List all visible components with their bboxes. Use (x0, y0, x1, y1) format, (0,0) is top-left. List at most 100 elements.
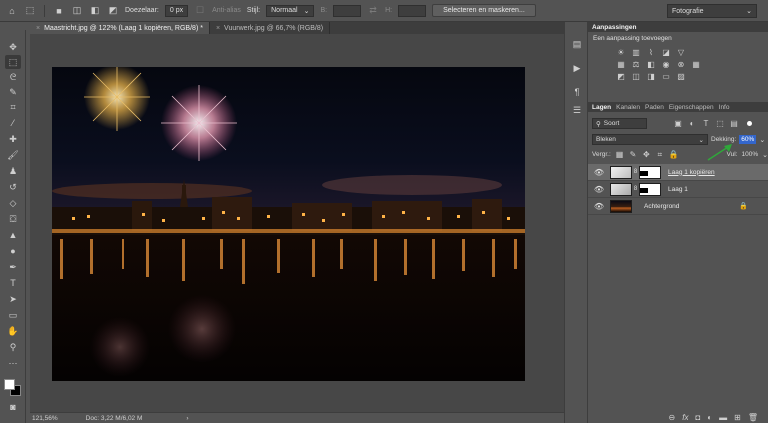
home-icon[interactable]: ⌂ (6, 5, 18, 17)
history-icon[interactable]: ▤ (571, 38, 583, 50)
healing-brush-icon[interactable]: ✚ (5, 132, 21, 146)
trash-icon[interactable]: 🗑 (748, 413, 758, 422)
path-select-icon[interactable]: ➤ (5, 292, 21, 306)
rectangle-tool-icon[interactable]: ▭ (5, 308, 21, 322)
zoom-level[interactable]: 121,56% (32, 415, 58, 422)
type-tool-icon[interactable]: T (5, 276, 21, 290)
exposure-icon[interactable]: ◪ (661, 48, 671, 57)
filter-kind-select[interactable]: ⚲ Soort (592, 118, 647, 129)
paint-bucket-icon[interactable]: ⛋ (5, 212, 21, 226)
tab-maastricht[interactable]: × Maastricht.jpg @ 122% (Laag 1 kopiëren… (30, 22, 210, 34)
crop-tool-icon[interactable]: ⌗ (5, 100, 21, 114)
filter-toggle-icon[interactable] (747, 121, 752, 126)
properties-icon[interactable]: ☰ (571, 104, 583, 116)
tab-info[interactable]: Info (719, 104, 730, 111)
chevron-down-icon[interactable]: ⌄ (759, 136, 765, 144)
color-balance-icon[interactable]: ⚖ (631, 60, 641, 69)
new-adjustment-icon[interactable]: ◐ (707, 413, 712, 422)
feather-input[interactable]: 0 px (164, 4, 189, 17)
brightness-icon[interactable]: ☀ (616, 48, 626, 57)
pen-tool-icon[interactable]: ✒ (5, 260, 21, 274)
eraser-icon[interactable]: ◇ (5, 196, 21, 210)
intersect-selection-icon[interactable]: ◩ (107, 5, 119, 17)
layer-laag-1[interactable]: 👁 8 Laag 1 (588, 181, 768, 198)
tab-layers[interactable]: Lagen (592, 104, 611, 111)
tab-properties[interactable]: Eigenschappen (669, 104, 714, 111)
new-group-icon[interactable]: ▬ (719, 413, 727, 422)
curves-icon[interactable]: ⌇ (646, 48, 656, 57)
black-white-icon[interactable]: ◧ (646, 60, 656, 69)
move-tool-icon[interactable]: ✥ (5, 40, 21, 54)
new-selection-icon[interactable]: ■ (53, 5, 65, 17)
link-icon[interactable]: 8 (633, 169, 638, 175)
new-layer-icon[interactable]: ⊞ (734, 413, 741, 422)
document-image[interactable] (52, 67, 525, 381)
more-tools-icon[interactable]: ⋯ (5, 356, 21, 370)
clone-stamp-icon[interactable]: ♟ (5, 164, 21, 178)
workspace-select[interactable]: Fotografie ⌄ (667, 4, 757, 18)
status-arrow[interactable]: › (186, 415, 188, 422)
photo-filter-icon[interactable]: ◉ (661, 60, 671, 69)
lock-pixels-icon[interactable]: ✎ (628, 150, 637, 159)
fill-input[interactable]: 100% (741, 151, 758, 158)
foreground-color-swatch[interactable] (4, 379, 15, 390)
quick-mask-icon[interactable]: ◙ (5, 400, 21, 414)
levels-icon[interactable]: ▥ (631, 48, 641, 57)
pixel-filter-icon[interactable]: ▣ (673, 119, 683, 128)
canvas-area[interactable] (30, 34, 564, 412)
chevron-down-icon[interactable]: ⌄ (762, 151, 768, 159)
invert-icon[interactable]: ◩ (616, 72, 626, 81)
layer-laag-1-kopieren[interactable]: 👁 8 Laag 1 kopiëren (588, 164, 768, 181)
layer-mask-thumbnail[interactable] (639, 182, 661, 196)
subtract-selection-icon[interactable]: ◧ (89, 5, 101, 17)
layer-achtergrond[interactable]: 👁 Achtergrond 🔒 (588, 198, 768, 215)
quick-select-icon[interactable]: ✎ (5, 85, 21, 99)
fx-icon[interactable]: fx (682, 413, 688, 422)
link-icon[interactable]: 8 (633, 186, 638, 192)
lock-all-icon[interactable]: 🔒 (669, 150, 679, 159)
style-select[interactable]: Normaal ⌄ (266, 4, 315, 17)
close-icon[interactable]: × (36, 25, 40, 32)
blend-mode-select[interactable]: Bleken ⌄ (592, 134, 708, 145)
artboard-icon[interactable]: ⌗ (655, 150, 664, 159)
add-mask-icon[interactable]: ◘ (695, 413, 700, 422)
select-mask-button[interactable]: Selecteren en maskeren... (432, 4, 536, 17)
play-icon[interactable]: ▶ (571, 62, 583, 74)
layer-mask-thumbnail[interactable] (639, 165, 661, 179)
tab-adjustments[interactable]: Aanpassingen (592, 24, 636, 31)
vibrance-icon[interactable]: ▽ (676, 48, 686, 57)
posterize-icon[interactable]: ◫ (631, 72, 641, 81)
tab-vuurwerk[interactable]: × Vuurwerk.jpg @ 66,7% (RGB/8) (210, 22, 331, 34)
eye-icon[interactable]: 👁 (592, 185, 606, 194)
hue-saturation-icon[interactable]: ▦ (616, 60, 626, 69)
eye-icon[interactable]: 👁 (592, 168, 606, 177)
channel-mixer-icon[interactable]: ⊗ (676, 60, 686, 69)
close-icon[interactable]: × (216, 25, 220, 32)
add-selection-icon[interactable]: ◫ (71, 5, 83, 17)
opacity-input[interactable]: 60% (739, 135, 757, 144)
zoom-tool-icon[interactable]: ⚲ (5, 340, 21, 354)
selective-color-icon[interactable]: ▨ (676, 72, 686, 81)
paragraph-icon[interactable]: ¶ (571, 86, 583, 98)
lock-transparency-icon[interactable]: ▦ (615, 150, 624, 159)
hand-tool-icon[interactable]: ✋ (5, 324, 21, 338)
threshold-icon[interactable]: ◨ (646, 72, 656, 81)
marquee-tool-icon[interactable]: ⬚ (24, 5, 36, 17)
lock-position-icon[interactable]: ✥ (642, 150, 651, 159)
eye-icon[interactable]: 👁 (592, 202, 606, 211)
smart-filter-icon[interactable]: ▤ (729, 119, 739, 128)
tab-paths[interactable]: Paden (645, 104, 664, 111)
adjustment-filter-icon[interactable]: ◐ (687, 119, 697, 128)
eyedropper-icon[interactable]: ⁄ (5, 116, 21, 130)
tab-channels[interactable]: Kanalen (616, 104, 640, 111)
width-input[interactable] (333, 4, 362, 17)
history-brush-icon[interactable]: ↺ (5, 180, 21, 194)
lasso-tool-icon[interactable]: ᘓ (5, 70, 21, 84)
gradient-map-icon[interactable]: ▭ (661, 72, 671, 81)
height-input[interactable] (398, 4, 427, 17)
swap-icon[interactable]: ⇄ (367, 5, 379, 17)
type-filter-icon[interactable]: T (701, 119, 711, 128)
dodge-tool-icon[interactable]: ● (5, 244, 21, 258)
antialias-checkbox[interactable]: ☐ (194, 5, 206, 17)
shape-filter-icon[interactable]: ⬚ (715, 119, 725, 128)
